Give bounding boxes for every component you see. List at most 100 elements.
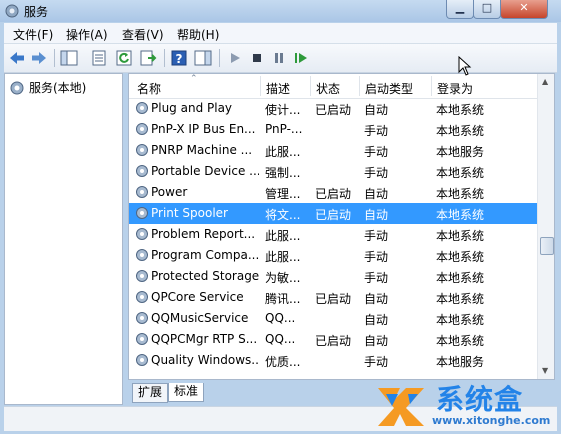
- tab-standard[interactable]: 标准: [168, 383, 205, 402]
- service-logon: 本地系统: [436, 229, 485, 243]
- window-title: 服务: [24, 5, 49, 19]
- services-app-icon: [5, 4, 19, 18]
- service-description: 使计...: [265, 103, 301, 117]
- service-startup-type: 手动: [364, 229, 389, 243]
- service-startup-type: 手动: [364, 250, 389, 264]
- service-logon: 本地服务: [436, 145, 485, 159]
- service-description: 优质...: [265, 355, 301, 369]
- service-description: 此服...: [265, 250, 301, 264]
- tab-extended[interactable]: 扩展: [132, 383, 169, 403]
- play-icon[interactable]: [226, 49, 244, 67]
- sort-ascending-icon: ⌃: [190, 74, 198, 84]
- table-row-selected[interactable]: Print Spooler 将文... 已启动 自动 本地系统: [129, 203, 537, 224]
- menu-help[interactable]: 帮助(H): [177, 26, 219, 43]
- gear-icon: [136, 123, 148, 135]
- menu-file[interactable]: 文件(F): [13, 26, 53, 43]
- forward-arrow-icon[interactable]: [30, 49, 48, 67]
- service-name: Plug and Play: [151, 101, 233, 115]
- title-bar[interactable]: 服务 ▁ □ ✕: [0, 0, 561, 22]
- table-row[interactable]: PnP-X IP Bus En... PnP-... 手动 本地系统: [129, 119, 537, 140]
- table-row[interactable]: Power 管理... 已启动 自动 本地系统: [129, 182, 537, 203]
- minimize-button[interactable]: ▁: [446, 0, 474, 19]
- service-description: 强制...: [265, 166, 301, 180]
- svg-text:?: ?: [176, 52, 183, 66]
- table-row[interactable]: QQMusicService QQ... 自动 本地系统: [129, 308, 537, 329]
- service-name: Program Compa...: [151, 248, 259, 262]
- menu-bar: 文件(F) 操作(A) 查看(V) 帮助(H): [4, 23, 557, 44]
- table-row[interactable]: Portable Device ... 强制... 手动 本地系统: [129, 161, 537, 182]
- export-list-icon[interactable]: [139, 49, 157, 67]
- table-row[interactable]: PNRP Machine ... 此服... 手动 本地服务: [129, 140, 537, 161]
- close-button[interactable]: ✕: [500, 0, 548, 19]
- stop-icon[interactable]: [248, 49, 266, 67]
- help-icon[interactable]: ?: [170, 49, 188, 67]
- service-name: Quality Windows...: [151, 353, 259, 367]
- gear-icon: [136, 333, 148, 345]
- table-row[interactable]: QPCore Service 腾讯... 已启动 自动 本地系统: [129, 287, 537, 308]
- watermark-text: 系统盒: [436, 383, 524, 416]
- table-row[interactable]: Plug and Play 使计... 已启动 自动 本地系统: [129, 98, 537, 119]
- gear-icon: [136, 102, 148, 114]
- column-name[interactable]: 名称: [137, 80, 161, 97]
- table-row[interactable]: Quality Windows... 优质... 手动 本地服务: [129, 350, 537, 371]
- scroll-thumb[interactable]: [540, 237, 554, 255]
- menu-action[interactable]: 操作(A): [66, 26, 108, 43]
- service-status: 已启动: [315, 292, 352, 306]
- watermark: 系统盒 www.xitonghe.com: [368, 378, 558, 432]
- service-startup-type: 自动: [364, 313, 389, 327]
- service-logon: 本地系统: [436, 166, 485, 180]
- gear-icon: [136, 144, 148, 156]
- service-name: PnP-X IP Bus En...: [151, 122, 256, 136]
- gear-icon: [136, 270, 148, 282]
- column-logon-as[interactable]: 登录为: [437, 80, 473, 97]
- column-status[interactable]: 状态: [316, 80, 340, 97]
- show-tree-icon[interactable]: [60, 49, 78, 67]
- service-name: Protected Storage: [151, 269, 259, 283]
- service-logon: 本地系统: [436, 271, 485, 285]
- service-startup-type: 手动: [364, 166, 389, 180]
- service-startup-type: 自动: [364, 208, 389, 222]
- service-name: Power: [151, 185, 188, 199]
- tree-item-label: 服务(本地): [29, 81, 87, 95]
- gear-icon: [10, 81, 24, 95]
- show-action-pane-icon[interactable]: [194, 49, 212, 67]
- service-startup-type: 手动: [364, 124, 389, 138]
- service-name: QQMusicService: [151, 311, 249, 325]
- refresh-icon[interactable]: [115, 49, 133, 67]
- column-description[interactable]: 描述: [266, 80, 290, 97]
- back-arrow-icon[interactable]: [8, 49, 26, 67]
- service-name: PNRP Machine ...: [151, 143, 253, 157]
- service-description: PnP-...: [265, 122, 303, 136]
- gear-icon: [136, 312, 148, 324]
- service-description: 为敏...: [265, 271, 301, 285]
- service-startup-type: 手动: [364, 145, 389, 159]
- gear-icon: [136, 228, 148, 240]
- column-startup-type[interactable]: 启动类型: [365, 80, 413, 97]
- watermark-logo-icon: [378, 388, 424, 426]
- table-row[interactable]: Protected Storage 为敏... 手动 本地系统: [129, 266, 537, 287]
- service-status: 已启动: [315, 334, 352, 348]
- service-logon: 本地系统: [436, 124, 485, 138]
- service-description: 腾讯...: [265, 292, 301, 306]
- service-startup-type: 自动: [364, 334, 389, 348]
- menu-view[interactable]: 查看(V): [122, 26, 164, 43]
- maximize-button[interactable]: □: [473, 0, 501, 19]
- service-logon: 本地系统: [436, 208, 485, 222]
- service-logon: 本地系统: [436, 292, 485, 306]
- table-row[interactable]: QQPCMgr RTP S... QQ... 已启动 自动 本地系统: [129, 329, 537, 350]
- service-startup-type: 手动: [364, 271, 389, 285]
- restart-icon[interactable]: [292, 49, 310, 67]
- tree-pane: 服务(本地): [4, 73, 123, 405]
- scroll-down-icon[interactable]: ▼: [542, 366, 548, 375]
- gear-icon: [136, 249, 148, 261]
- gear-icon: [136, 291, 148, 303]
- services-list: ⌃ 名称 描述 状态 启动类型 登录为 Plug and Play 使计... …: [128, 73, 555, 380]
- scroll-up-icon[interactable]: ▲: [542, 77, 548, 86]
- vertical-scrollbar[interactable]: ▲ ▼: [537, 74, 554, 379]
- service-description: QQ...: [265, 311, 296, 325]
- service-startup-type: 自动: [364, 103, 389, 117]
- properties-icon[interactable]: [90, 49, 108, 67]
- table-row[interactable]: Program Compa... 此服... 手动 本地系统: [129, 245, 537, 266]
- table-row[interactable]: Problem Report... 此服... 手动 本地系统: [129, 224, 537, 245]
- pause-icon[interactable]: [270, 49, 288, 67]
